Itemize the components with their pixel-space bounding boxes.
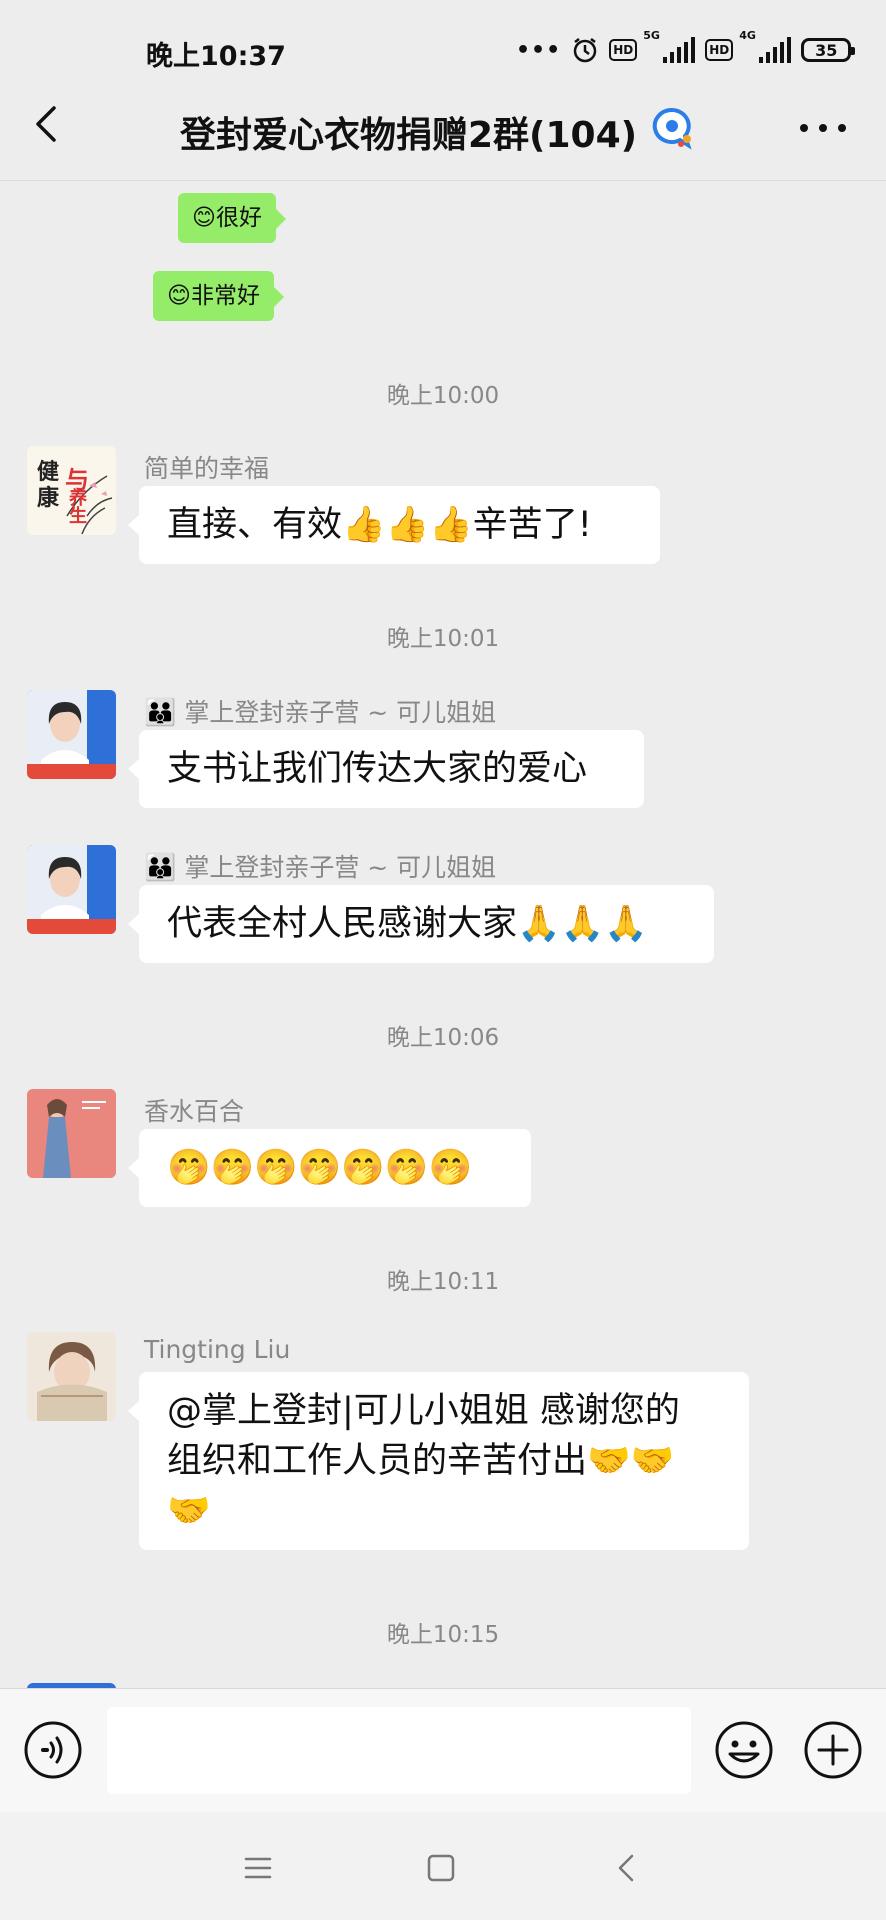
avatar-photo — [27, 1332, 116, 1421]
status-bar: 晚上10:37 ••• HD 5G HD 4G 35 — [0, 0, 886, 100]
group-chat-badge-icon — [652, 107, 692, 150]
own-message-bubble[interactable]: 😊很好 — [178, 193, 286, 243]
hd-badge: HD — [609, 39, 638, 61]
timestamp: 晚上10:15 — [386, 1622, 500, 1648]
status-time: 晚上10:37 — [146, 41, 286, 72]
back-nav-icon[interactable] — [607, 1848, 647, 1888]
message-bubble[interactable]: 代表全村人民感谢大家🙏🙏🙏 — [128, 885, 714, 963]
emoji-icon[interactable] — [714, 1720, 774, 1780]
signal-4g-label: 4G — [739, 29, 756, 42]
hd-badge-2: HD — [705, 39, 734, 61]
more-options-icon[interactable] — [800, 124, 846, 134]
chat-area[interactable]: 😊很好 😊非常好 晚上10:00 健 康 与 养生 简单的幸福 直接、有效👍👍👍… — [0, 181, 886, 1688]
timestamp: 晚上10:11 — [386, 1269, 500, 1295]
avatar-photo — [27, 1089, 116, 1178]
avatar-photo — [27, 845, 116, 934]
message-bubble[interactable]: 支书让我们传达大家的爱心 — [128, 730, 644, 808]
message-bubble[interactable]: 🤭🤭🤭🤭🤭🤭🤭 — [128, 1129, 531, 1207]
signal-4g-icon: 4G — [739, 29, 792, 63]
family-emoji-icon: 👪 — [144, 853, 177, 883]
chat-title: 登封爱心衣物捐赠2群(104) — [180, 115, 638, 156]
avatar-photo — [27, 690, 116, 779]
timestamp: 晚上10:00 — [386, 383, 500, 409]
message-input[interactable] — [107, 1707, 691, 1794]
sender-name-text: 掌上登封亲子营 ~ 可儿姐姐 — [184, 853, 497, 882]
message-line: 🤝 — [167, 1491, 211, 1531]
avatar[interactable] — [27, 845, 116, 934]
avatar[interactable]: 健 康 与 养生 — [27, 446, 116, 535]
alarm-icon — [573, 38, 597, 63]
timestamp: 晚上10:06 — [386, 1025, 500, 1051]
signal-5g-label: 5G — [643, 29, 660, 42]
message-bubble[interactable]: @掌上登封|可儿小姐姐 感谢您的 组织和工作人员的辛苦付出🤝🤝 🤝 — [128, 1372, 749, 1550]
signal-5g-icon: 5G — [643, 29, 696, 63]
sender-name: 👪 掌上登封亲子营 ~ 可儿姐姐 — [144, 693, 496, 729]
sender-name-text: 掌上登封亲子营 ~ 可儿姐姐 — [184, 698, 497, 727]
voice-input-icon[interactable] — [23, 1720, 83, 1780]
message-line: @掌上登封|可儿小姐姐 感谢您的 — [167, 1391, 680, 1431]
home-icon[interactable] — [421, 1848, 461, 1888]
status-icons: ••• HD 5G HD 4G 35 — [516, 29, 856, 68]
timestamp: 晚上10:01 — [386, 626, 500, 652]
message-line: 组织和工作人员的辛苦付出🤝🤝 — [167, 1441, 675, 1481]
sender-name: 简单的幸福 — [144, 454, 270, 483]
battery-icon: 35 — [801, 38, 856, 62]
add-more-icon[interactable] — [803, 1720, 863, 1780]
sender-name: 👪 掌上登封亲子营 ~ 可儿姐姐 — [144, 848, 496, 884]
back-icon[interactable] — [28, 104, 68, 144]
message-bubble[interactable]: 直接、有效👍👍👍辛苦了! — [128, 486, 660, 564]
avatar[interactable] — [27, 1332, 116, 1421]
avatar-text: 康 — [37, 486, 60, 511]
sender-name: Tingting Liu — [144, 1335, 291, 1364]
family-emoji-icon: 👪 — [144, 698, 177, 728]
own-message-bubble[interactable]: 😊非常好 — [153, 271, 284, 321]
menu-icon[interactable] — [238, 1848, 278, 1888]
avatar[interactable] — [27, 690, 116, 779]
more-notifications-icon: ••• — [516, 37, 562, 63]
sender-name: 香水百合 — [144, 1097, 245, 1126]
avatar[interactable] — [27, 1089, 116, 1178]
avatar-text: 养生 — [66, 488, 87, 524]
